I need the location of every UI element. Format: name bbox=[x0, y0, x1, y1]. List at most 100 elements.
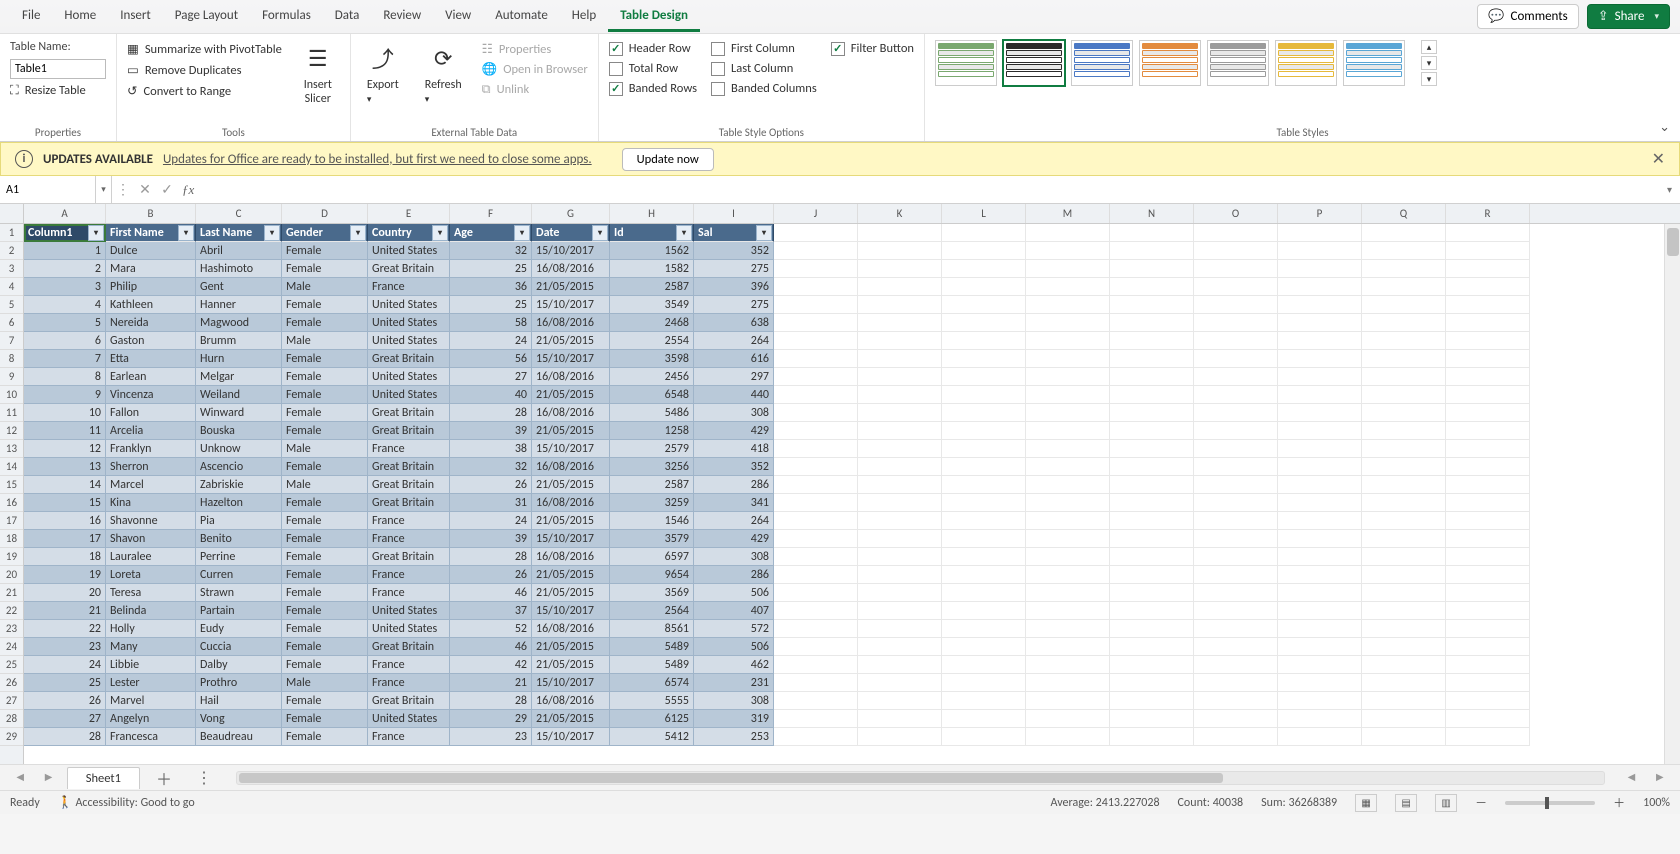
table-name-input[interactable] bbox=[10, 59, 106, 79]
table-cell[interactable]: 32 bbox=[450, 242, 532, 260]
table-cell[interactable]: Nereida bbox=[106, 314, 196, 332]
empty-cell[interactable] bbox=[1278, 728, 1362, 746]
formula-expand-button[interactable]: ▾ bbox=[1667, 183, 1672, 196]
table-cell[interactable]: Great Britain bbox=[368, 692, 450, 710]
empty-cell[interactable] bbox=[774, 368, 858, 386]
empty-cell[interactable] bbox=[1110, 728, 1194, 746]
empty-cell[interactable] bbox=[774, 260, 858, 278]
empty-cell[interactable] bbox=[1194, 620, 1278, 638]
empty-cell[interactable] bbox=[1110, 674, 1194, 692]
table-cell[interactable]: United States bbox=[368, 242, 450, 260]
empty-cell[interactable] bbox=[858, 728, 942, 746]
table-cell[interactable]: 15 bbox=[24, 494, 106, 512]
table-cell[interactable]: 286 bbox=[694, 566, 774, 584]
empty-cell[interactable] bbox=[1110, 332, 1194, 350]
table-cell[interactable]: 20 bbox=[24, 584, 106, 602]
table-cell[interactable]: 8 bbox=[24, 368, 106, 386]
table-style-thumb[interactable] bbox=[1275, 40, 1337, 86]
empty-cell[interactable] bbox=[1362, 674, 1446, 692]
empty-cell[interactable] bbox=[1026, 602, 1110, 620]
table-cell[interactable]: 3579 bbox=[610, 530, 694, 548]
empty-cell[interactable] bbox=[942, 458, 1026, 476]
table-cell[interactable]: Belinda bbox=[106, 602, 196, 620]
empty-cell[interactable] bbox=[1362, 494, 1446, 512]
table-cell[interactable]: Zabriskie bbox=[196, 476, 282, 494]
view-pagelayout-button[interactable]: ▤ bbox=[1395, 794, 1417, 812]
empty-cell[interactable] bbox=[1194, 278, 1278, 296]
table-cell[interactable]: Perrine bbox=[196, 548, 282, 566]
empty-cell[interactable] bbox=[1446, 476, 1530, 494]
table-cell[interactable]: Great Britain bbox=[368, 260, 450, 278]
table-cell[interactable]: 1546 bbox=[610, 512, 694, 530]
table-cell[interactable]: Melgar bbox=[196, 368, 282, 386]
empty-cell[interactable] bbox=[1278, 566, 1362, 584]
empty-cell[interactable] bbox=[1194, 404, 1278, 422]
table-cell[interactable]: 286 bbox=[694, 476, 774, 494]
table-cell[interactable]: Winward bbox=[196, 404, 282, 422]
table-cell[interactable]: 40 bbox=[450, 386, 532, 404]
table-cell[interactable]: Abril bbox=[196, 242, 282, 260]
table-cell[interactable]: Magwood bbox=[196, 314, 282, 332]
table-cell[interactable]: Etta bbox=[106, 350, 196, 368]
gallery-more-button[interactable]: ▾ bbox=[1421, 72, 1437, 86]
table-cell[interactable]: Female bbox=[282, 728, 368, 746]
horizontal-scroll-thumb[interactable] bbox=[239, 773, 1223, 783]
empty-cell[interactable] bbox=[774, 530, 858, 548]
row-header[interactable]: 2 bbox=[0, 242, 23, 260]
summarize-pivottable-button[interactable]: ▦Summarize with PivotTable bbox=[127, 40, 282, 58]
table-cell[interactable]: 42 bbox=[450, 656, 532, 674]
table-cell[interactable]: 12 bbox=[24, 440, 106, 458]
empty-cell[interactable] bbox=[774, 674, 858, 692]
empty-cell[interactable] bbox=[858, 638, 942, 656]
row-header[interactable]: 3 bbox=[0, 260, 23, 278]
sheet-nav-next[interactable]: ► bbox=[38, 770, 58, 785]
empty-cell[interactable] bbox=[1194, 296, 1278, 314]
empty-cell[interactable] bbox=[774, 548, 858, 566]
table-cell[interactable]: 16/08/2016 bbox=[532, 314, 610, 332]
convert-range-button[interactable]: ↺Convert to Range bbox=[127, 82, 282, 100]
empty-cell[interactable] bbox=[1362, 368, 1446, 386]
table-cell[interactable]: 17 bbox=[24, 530, 106, 548]
empty-cell[interactable] bbox=[1278, 440, 1362, 458]
table-cell[interactable]: 46 bbox=[450, 584, 532, 602]
table-cell[interactable]: Female bbox=[282, 548, 368, 566]
banded-rows-checkbox[interactable]: Banded Rows bbox=[609, 80, 697, 97]
empty-cell[interactable] bbox=[1446, 440, 1530, 458]
table-cell[interactable]: 15/10/2017 bbox=[532, 728, 610, 746]
empty-cell[interactable] bbox=[1194, 368, 1278, 386]
empty-cell[interactable] bbox=[1026, 548, 1110, 566]
row-header[interactable]: 24 bbox=[0, 638, 23, 656]
empty-cell[interactable] bbox=[858, 278, 942, 296]
filter-dropdown-icon[interactable]: ▾ bbox=[514, 225, 530, 241]
empty-cell[interactable] bbox=[1026, 530, 1110, 548]
table-cell[interactable]: 28 bbox=[450, 404, 532, 422]
row-header[interactable]: 19 bbox=[0, 548, 23, 566]
empty-cell[interactable] bbox=[942, 242, 1026, 260]
insert-slicer-button[interactable]: ☰ Insert Slicer bbox=[296, 40, 340, 108]
empty-cell[interactable] bbox=[1278, 332, 1362, 350]
empty-cell[interactable] bbox=[1194, 656, 1278, 674]
empty-cell[interactable] bbox=[1446, 260, 1530, 278]
table-style-thumb[interactable] bbox=[1003, 40, 1065, 86]
table-cell[interactable]: 6 bbox=[24, 332, 106, 350]
empty-cell[interactable] bbox=[1110, 242, 1194, 260]
empty-cell[interactable] bbox=[858, 602, 942, 620]
row-header[interactable]: 5 bbox=[0, 296, 23, 314]
empty-cell[interactable] bbox=[1362, 692, 1446, 710]
empty-cell[interactable] bbox=[1194, 260, 1278, 278]
empty-cell[interactable] bbox=[1362, 314, 1446, 332]
table-cell[interactable]: 24 bbox=[450, 512, 532, 530]
empty-cell[interactable] bbox=[1110, 566, 1194, 584]
tab-file[interactable]: File bbox=[10, 2, 52, 32]
empty-cell[interactable] bbox=[1278, 224, 1362, 242]
empty-cell[interactable] bbox=[1026, 674, 1110, 692]
table-cell[interactable]: 1258 bbox=[610, 422, 694, 440]
table-cell[interactable]: United States bbox=[368, 710, 450, 728]
table-cell[interactable]: 297 bbox=[694, 368, 774, 386]
table-header-cell[interactable]: Id▾ bbox=[610, 224, 694, 242]
empty-cell[interactable] bbox=[1026, 350, 1110, 368]
tab-table-design[interactable]: Table Design bbox=[608, 2, 700, 32]
empty-cell[interactable] bbox=[858, 404, 942, 422]
table-cell[interactable]: Vincenza bbox=[106, 386, 196, 404]
table-cell[interactable]: Female bbox=[282, 584, 368, 602]
